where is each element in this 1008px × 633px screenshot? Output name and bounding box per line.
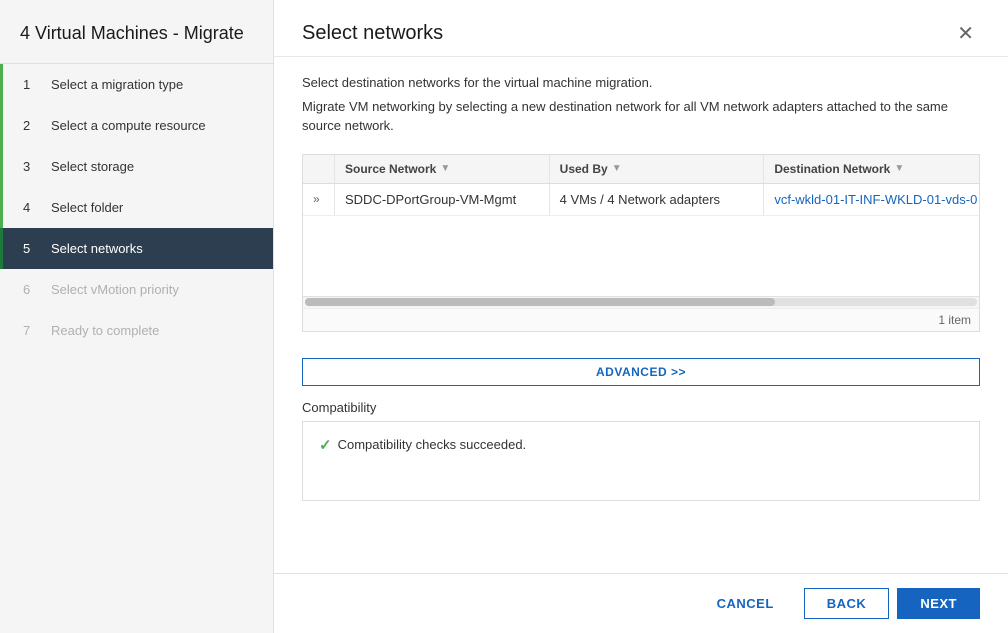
description-line2: Migrate VM networking by selecting a new… (302, 97, 980, 136)
table-empty-space (303, 216, 979, 296)
step-label-6: Select vMotion priority (51, 282, 179, 297)
page-title: Select networks (302, 22, 443, 45)
networks-table: Source Network ▼ Used By ▼ Destination N… (302, 154, 980, 332)
sidebar-title: 4 Virtual Machines - Migrate (0, 0, 273, 64)
sidebar-step-6: 6 Select vMotion priority (0, 269, 273, 310)
compatibility-success: ✓ Compatibility checks succeeded. (319, 436, 963, 454)
sidebar-step-2[interactable]: 2 Select a compute resource (0, 105, 273, 146)
step-label-2: Select a compute resource (51, 118, 206, 133)
sidebar-step-5[interactable]: 5 Select networks (0, 228, 273, 269)
step-number-1: 1 (23, 77, 43, 92)
step-label-7: Ready to complete (51, 323, 159, 338)
step-number-2: 2 (23, 118, 43, 133)
step-number-6: 6 (23, 282, 43, 297)
step-label-4: Select folder (51, 200, 123, 215)
sidebar: 4 Virtual Machines - Migrate 1 Select a … (0, 0, 274, 633)
advanced-button[interactable]: ADVANCED >> (302, 358, 980, 386)
sidebar-step-4[interactable]: 4 Select folder (0, 187, 273, 228)
table-row: » SDDC-DPortGroup-VM-Mgmt 4 VMs / 4 Netw… (303, 184, 979, 216)
sort-icon-destination[interactable]: ▼ (894, 163, 904, 174)
modal-dialog: 4 Virtual Machines - Migrate 1 Select a … (0, 0, 1008, 633)
scrollbar-thumb (305, 298, 775, 306)
description-line1: Select destination networks for the virt… (302, 73, 980, 93)
next-button[interactable]: NEXT (897, 588, 980, 619)
th-expand (303, 155, 335, 183)
td-source-network: SDDC-DPortGroup-VM-Mgmt (335, 184, 550, 215)
th-destination-network: Destination Network ▼ (764, 155, 979, 183)
table-header: Source Network ▼ Used By ▼ Destination N… (303, 155, 979, 184)
td-destination-network[interactable]: vcf-wkld-01-IT-INF-WKLD-01-vds-0 (764, 184, 979, 215)
sidebar-step-1[interactable]: 1 Select a migration type (0, 64, 273, 105)
td-used-by: 4 VMs / 4 Network adapters (550, 184, 765, 215)
sidebar-step-3[interactable]: 3 Select storage (0, 146, 273, 187)
scrollbar-row (303, 296, 979, 308)
th-used-by: Used By ▼ (550, 155, 765, 183)
table-footer: 1 item (303, 308, 979, 331)
main-header: Select networks ✕ (274, 0, 1008, 57)
scrollbar-track[interactable] (305, 298, 977, 306)
step-label-1: Select a migration type (51, 77, 183, 92)
compatibility-box: ✓ Compatibility checks succeeded. (302, 421, 980, 501)
main-body: Select destination networks for the virt… (274, 57, 1008, 573)
back-button[interactable]: BACK (804, 588, 890, 619)
compatibility-message: Compatibility checks succeeded. (338, 437, 527, 452)
sort-icon-usedby[interactable]: ▼ (612, 163, 622, 174)
step-label-3: Select storage (51, 159, 134, 174)
step-number-5: 5 (23, 241, 43, 256)
compatibility-label: Compatibility (302, 400, 980, 415)
checkmark-icon: ✓ (319, 436, 332, 454)
td-expand[interactable]: » (303, 184, 335, 215)
step-number-3: 3 (23, 159, 43, 174)
expand-icon: » (313, 192, 320, 206)
step-number-4: 4 (23, 200, 43, 215)
cancel-button[interactable]: CANCEL (695, 589, 796, 618)
main-footer: CANCEL BACK NEXT (274, 573, 1008, 633)
step-number-7: 7 (23, 323, 43, 338)
sidebar-steps: 1 Select a migration type 2 Select a com… (0, 64, 273, 633)
th-source-network: Source Network ▼ (335, 155, 550, 183)
sort-icon-source[interactable]: ▼ (440, 163, 450, 174)
step-label-5: Select networks (51, 241, 143, 256)
main-panel: Select networks ✕ Select destination net… (274, 0, 1008, 633)
close-button[interactable]: ✕ (951, 22, 980, 46)
sidebar-step-7: 7 Ready to complete (0, 310, 273, 351)
